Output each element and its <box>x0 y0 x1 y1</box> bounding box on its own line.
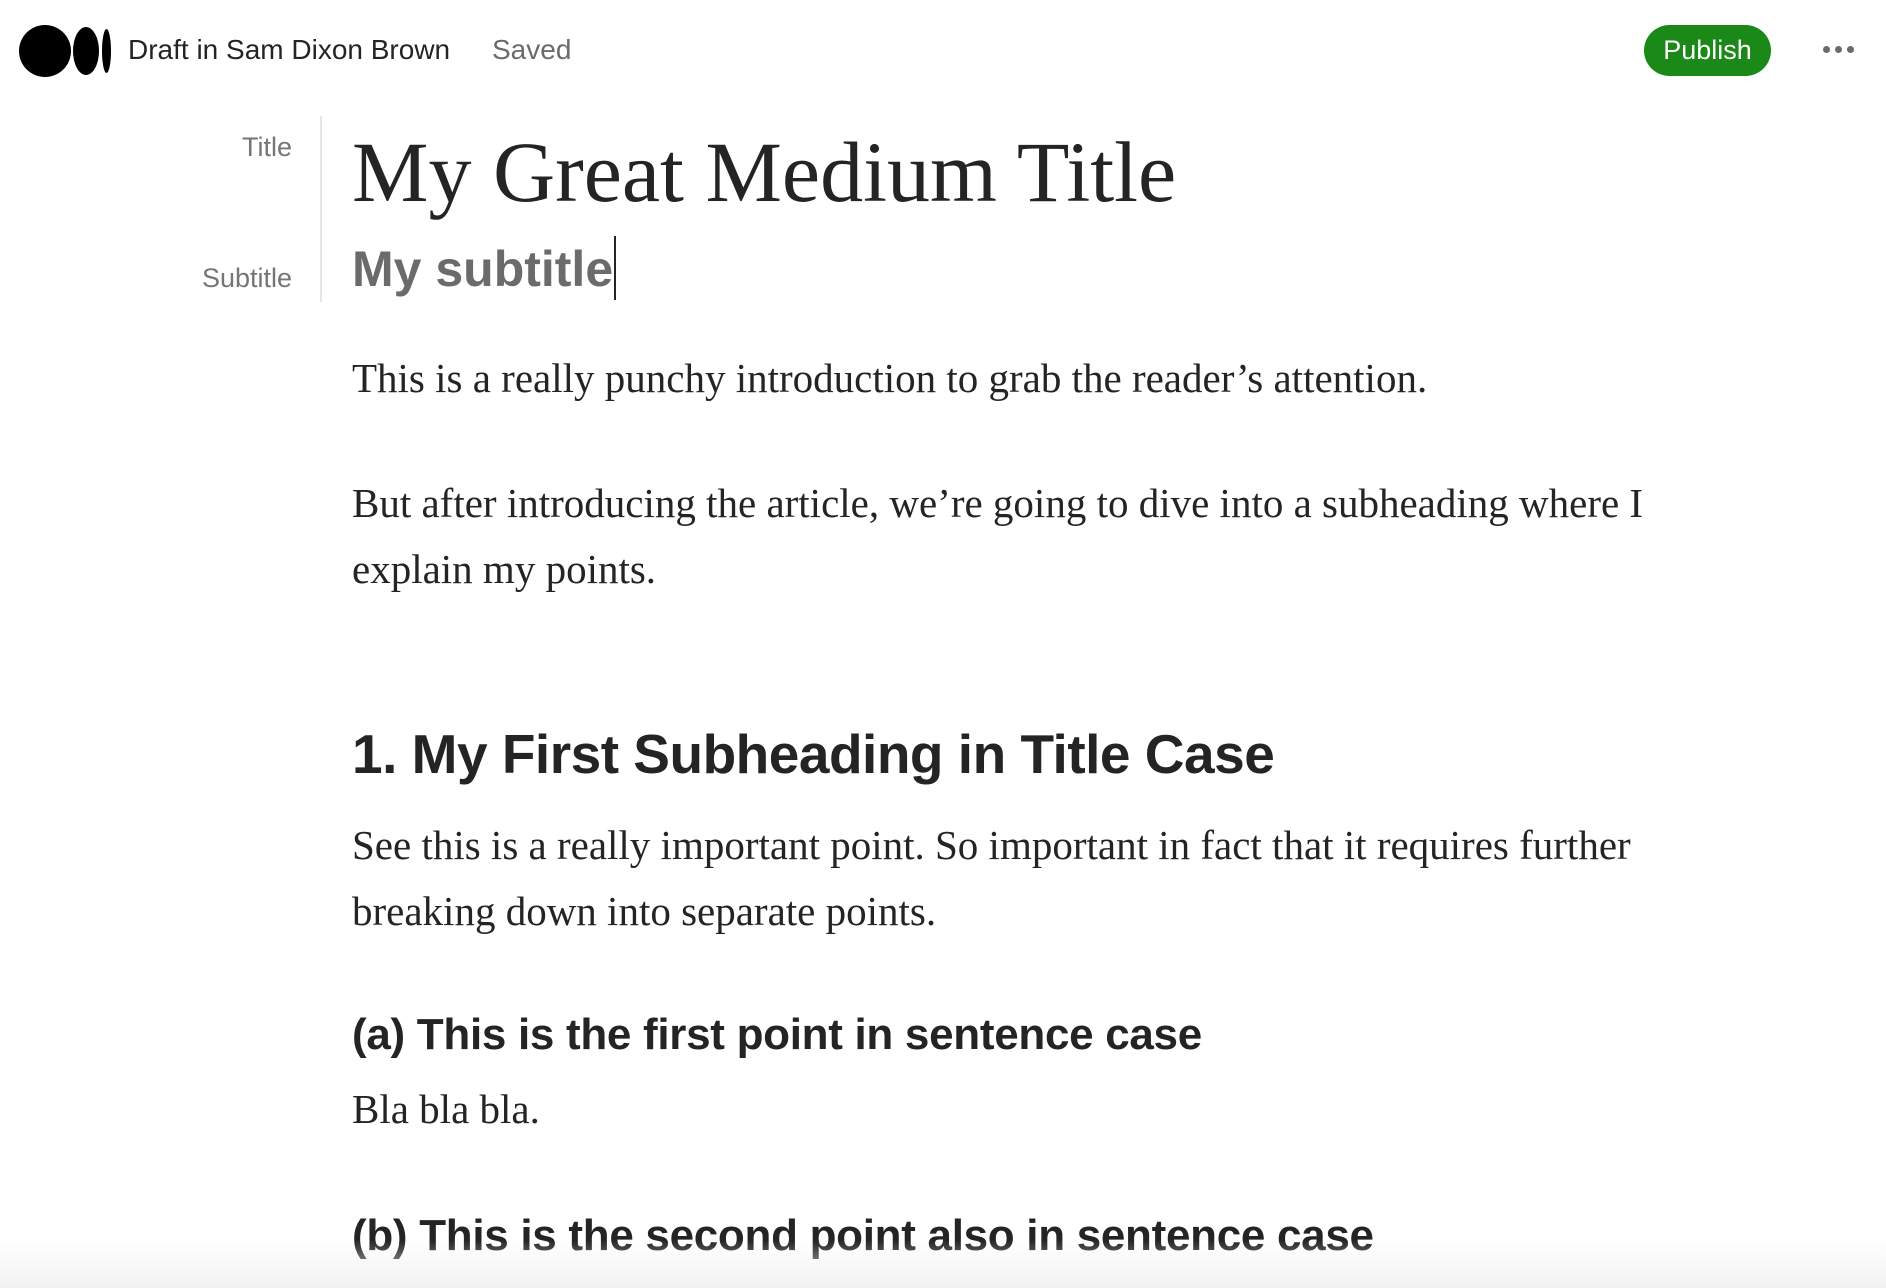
subtitle-field-hint: Subtitle <box>201 263 292 293</box>
more-horizontal-icon[interactable] <box>1821 36 1857 62</box>
post-title[interactable]: My Great Medium Title <box>352 122 1176 222</box>
point-b-heading[interactable]: (b) This is the second point also in sen… <box>352 1205 1374 1267</box>
publish-button[interactable]: Publish <box>1644 25 1771 76</box>
intro-paragraph[interactable]: This is a really punchy introduction to … <box>352 345 1682 411</box>
point-a-heading[interactable]: (a) This is the first point in sentence … <box>352 1004 1202 1066</box>
text-cursor <box>614 236 617 300</box>
post-title-text: My Great Medium Title <box>352 124 1177 220</box>
medium-logo-icon[interactable] <box>19 25 111 77</box>
post-subtitle-text: My subtitle <box>352 241 614 297</box>
logo-ellipse-medium <box>73 27 99 75</box>
draft-location-label: Draft in Sam Dixon Brown <box>128 34 451 65</box>
more-dot <box>1823 46 1830 53</box>
more-dot <box>1847 46 1854 53</box>
lead-paragraph[interactable]: But after introducing the article, we’re… <box>352 470 1682 602</box>
post-subtitle[interactable]: My subtitle <box>352 236 617 300</box>
point-a-paragraph[interactable]: Bla bla bla. <box>352 1076 1682 1142</box>
title-field-hint: Title <box>241 132 292 162</box>
subheading-1-paragraph[interactable]: See this is a really important point. So… <box>352 812 1682 944</box>
field-hint-divider <box>320 116 322 302</box>
more-dot <box>1835 46 1842 53</box>
editor-topbar: Draft in Sam Dixon Brown Saved Publish <box>0 0 1886 100</box>
save-status: Saved <box>492 34 572 65</box>
logo-circle-large <box>19 25 71 77</box>
logo-ellipse-small <box>102 29 111 73</box>
subheading-1[interactable]: 1. My First Subheading in Title Case <box>352 715 1275 793</box>
